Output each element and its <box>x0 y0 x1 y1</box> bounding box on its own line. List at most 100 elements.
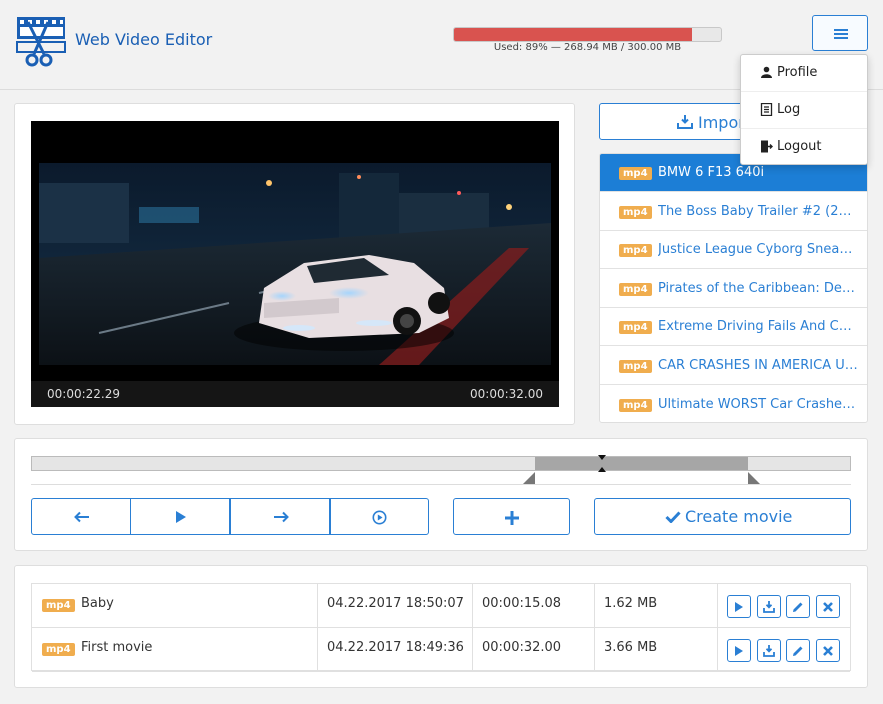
previous-frame-button[interactable] <box>31 498 131 535</box>
download-movie-button[interactable] <box>756 595 781 618</box>
movie-size: 1.62 MB <box>604 596 658 611</box>
format-badge: mp4 <box>42 599 75 612</box>
delete-movie-button[interactable] <box>815 639 840 662</box>
selection-start-handle[interactable] <box>523 472 536 484</box>
format-badge: mp4 <box>42 643 75 656</box>
column-divider <box>317 584 318 628</box>
column-divider <box>594 628 595 672</box>
playhead-marker[interactable] <box>597 455 607 473</box>
movie-created: 04.22.2017 18:50:07 <box>327 596 464 611</box>
player-panel: 00:00:22.29 00:00:32.00 <box>14 103 575 425</box>
app-title: Web Video Editor <box>75 30 213 49</box>
file-name: CAR CRASHES IN AMERICA US… <box>658 358 858 373</box>
menu-item-profile[interactable]: Profile <box>741 55 867 92</box>
delete-icon <box>822 602 833 612</box>
current-time: 00:00:22.29 <box>47 387 120 401</box>
file-name: Pirates of the Caribbean: Dea… <box>658 280 858 296</box>
logout-icon <box>761 140 773 153</box>
file-name: Extreme Driving Fails And Car… <box>658 319 858 335</box>
movie-size: 3.66 MB <box>604 640 658 655</box>
play-button[interactable] <box>130 498 230 535</box>
create-movie-label: Create movie <box>685 507 793 526</box>
format-badge: mp4 <box>619 167 652 180</box>
download-movie-button[interactable] <box>756 639 781 662</box>
video-player[interactable]: 00:00:22.29 00:00:32.00 <box>31 121 559 407</box>
format-badge: mp4 <box>619 244 652 258</box>
play-icon <box>735 646 743 656</box>
format-badge: mp4 <box>619 398 652 412</box>
format-badge: mp4 <box>619 282 652 296</box>
file-name: The Boss Baby Trailer #2 (201… <box>658 203 858 219</box>
timeline-baseline <box>31 484 851 485</box>
play-icon <box>176 511 186 523</box>
document-icon <box>760 103 773 116</box>
create-movie-button[interactable]: Create movie <box>594 498 851 535</box>
hamburger-line <box>834 37 848 39</box>
timeline-panel: Create movie <box>14 438 868 551</box>
add-segment-button[interactable] <box>453 498 570 535</box>
table-row: mp4 First movie 04.22.2017 18:49:36 00:00:3… <box>32 628 850 672</box>
column-divider <box>594 584 595 628</box>
movie-name: Baby <box>81 596 114 611</box>
file-name: Ultimate WORST Car Crashes -… <box>658 396 858 412</box>
menu-item-label: Logout <box>777 139 822 154</box>
file-list-item[interactable]: mp4 Extreme Driving Fails And Car… <box>600 308 867 347</box>
user-dropdown-menu: Profile Log Logout <box>740 54 868 165</box>
file-list: mp4 BMW 6 F13 640i mp4 The Boss Baby Traile… <box>599 153 868 423</box>
file-name: BMW 6 F13 640i <box>658 165 765 180</box>
column-divider <box>472 584 473 628</box>
play-icon <box>735 602 743 612</box>
next-frame-button[interactable] <box>230 498 330 535</box>
column-divider <box>717 628 718 672</box>
play-movie-button[interactable] <box>727 595 751 618</box>
movie-created: 04.22.2017 18:49:36 <box>327 640 464 655</box>
file-list-item[interactable]: mp4 CAR CRASHES IN AMERICA US… <box>600 347 867 385</box>
file-list-item[interactable]: mp4 Ultimate WORST Car Crashes -… <box>600 386 867 422</box>
storage-usage-bar <box>453 27 722 42</box>
delete-movie-button[interactable] <box>815 595 840 618</box>
column-divider <box>317 628 318 672</box>
movie-name: First movie <box>81 640 153 655</box>
format-badge: mp4 <box>619 205 652 219</box>
check-icon <box>665 511 681 523</box>
play-circle-icon <box>372 510 387 525</box>
file-name: Justice League Cyborg Sneak … <box>658 242 858 258</box>
movie-duration: 00:00:32.00 <box>482 640 562 655</box>
play-movie-button[interactable] <box>727 639 751 662</box>
timeline-selection[interactable] <box>535 457 748 470</box>
menu-item-log[interactable]: Log <box>741 92 867 129</box>
menu-item-label: Log <box>777 102 801 117</box>
import-icon <box>677 115 693 129</box>
movies-table: mp4 Baby 04.22.2017 18:50:07 00:00:15.08 1.6… <box>31 583 851 672</box>
plus-icon <box>505 511 519 525</box>
file-list-item[interactable]: mp4 The Boss Baby Trailer #2 (201… <box>600 193 867 231</box>
film-scissors-logo-icon <box>14 14 68 68</box>
delete-icon <box>822 646 833 656</box>
movies-panel: mp4 Baby 04.22.2017 18:50:07 00:00:15.08 1.6… <box>14 565 868 688</box>
download-icon <box>762 645 775 657</box>
edit-movie-button[interactable] <box>786 639 810 662</box>
pencil-icon <box>793 646 803 656</box>
column-divider <box>717 584 718 628</box>
selection-end-handle[interactable] <box>747 472 760 484</box>
menu-item-logout[interactable]: Logout <box>741 129 867 166</box>
file-list-item[interactable]: mp4 Pirates of the Caribbean: Dea… <box>600 270 867 308</box>
timeline-track[interactable] <box>31 456 851 471</box>
edit-movie-button[interactable] <box>786 595 810 618</box>
menu-item-label: Profile <box>777 65 818 80</box>
download-icon <box>762 601 775 613</box>
arrow-right-icon <box>274 511 289 523</box>
video-frame <box>39 163 551 365</box>
storage-usage-fill <box>454 28 692 41</box>
column-divider <box>472 628 473 672</box>
user-icon <box>761 66 772 78</box>
format-badge: mp4 <box>619 321 652 335</box>
menu-button[interactable] <box>812 15 868 51</box>
pencil-icon <box>793 602 803 612</box>
play-selection-button[interactable] <box>330 498 429 535</box>
storage-usage-label: Used: 89% — 268.94 MB / 300.00 MB <box>493 42 682 53</box>
table-row: mp4 Baby 04.22.2017 18:50:07 00:00:15.08 1.6… <box>32 584 850 628</box>
file-list-item[interactable]: mp4 Justice League Cyborg Sneak … <box>600 231 867 270</box>
movie-duration: 00:00:15.08 <box>482 596 562 611</box>
hamburger-line <box>834 33 848 35</box>
